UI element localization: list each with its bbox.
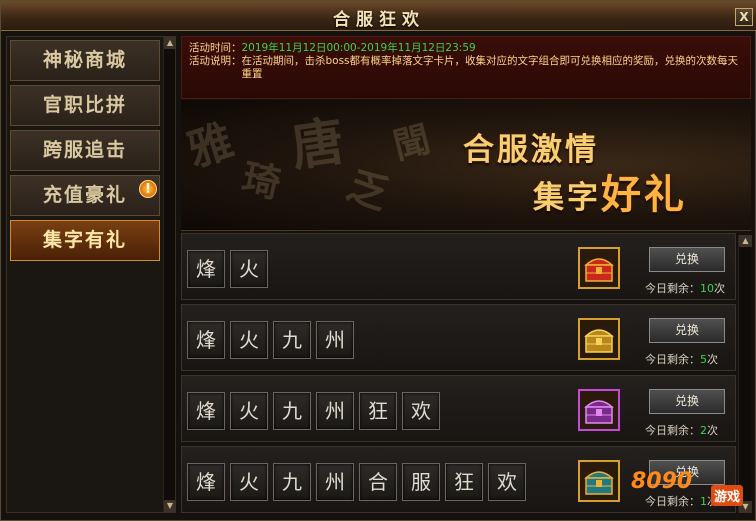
required-characters: 烽火九州 — [187, 321, 359, 359]
title-bar: 合服狂欢 X — [1, 1, 756, 31]
exchange-row: 烽火九州狂欢 兑换今日剩余：2次 — [181, 375, 736, 442]
character-card: 九 — [273, 392, 311, 430]
exchange-row: 烽火 兑换今日剩余：10次 — [181, 233, 736, 300]
gold-chest-icon[interactable] — [578, 318, 620, 360]
character-card: 州 — [316, 463, 354, 501]
remaining-unit: 次 — [714, 282, 725, 295]
banner-line2-prefix: 集字 — [533, 180, 601, 216]
banner-title-line2: 集字好礼 — [533, 162, 687, 220]
sidebar-item-label: 跨服追击 — [42, 139, 127, 161]
banner-bg-glyph: 聞 — [389, 118, 435, 168]
sidebar-item-label: 充值豪礼 — [42, 184, 127, 206]
character-card: 火 — [230, 321, 268, 359]
character-card: 合 — [359, 463, 397, 501]
sidebar-item-label: 集字有礼 — [42, 229, 127, 251]
red-treasure-icon[interactable] — [578, 247, 620, 289]
sidebar-item[interactable]: 跨服追击 — [10, 130, 160, 171]
banner-bg-glyph: 琦 — [238, 154, 285, 207]
sidebar-scrollbar[interactable]: ▲ ▼ — [163, 37, 176, 512]
watermark-text: 游戏 — [711, 485, 744, 506]
close-button[interactable]: X — [735, 8, 753, 26]
scroll-down-icon[interactable]: ▼ — [164, 500, 176, 512]
sidebar: 神秘商城官职比拼跨服追击充值豪礼! 集字有礼 ▲ ▼ — [6, 36, 176, 513]
sidebar-item[interactable]: 官职比拼 — [10, 85, 160, 126]
character-card: 火 — [230, 463, 268, 501]
character-card: 烽 — [187, 250, 225, 288]
event-banner: 雅 琦 唐 乏 聞 合服激情 集字好礼 — [181, 100, 751, 231]
sidebar-item-label: 神秘商城 — [42, 49, 127, 71]
required-characters: 烽火 — [187, 250, 273, 288]
banner-bg-glyph: 乏 — [340, 161, 395, 220]
character-card: 烽 — [187, 392, 225, 430]
remaining-value: 2 — [700, 424, 707, 437]
remaining-count: 今日剩余：10次 — [645, 280, 735, 296]
required-characters: 烽火九州合服狂欢 — [187, 463, 531, 501]
character-card: 狂 — [359, 392, 397, 430]
event-desc-label: 活动说明： — [189, 55, 242, 67]
event-time-label: 活动时间： — [189, 42, 242, 54]
exchange-button[interactable]: 兑换 — [649, 389, 725, 414]
sidebar-item[interactable]: 充值豪礼! — [10, 175, 160, 216]
event-time-value: 2019年11月12日00:00-2019年11月12日23:59 — [241, 42, 476, 54]
character-card: 州 — [316, 321, 354, 359]
character-card: 火 — [230, 250, 268, 288]
banner-line2-highlight: 好礼 — [601, 171, 687, 218]
remaining-label: 今日剩余： — [645, 353, 700, 366]
remaining-value: 5 — [700, 353, 707, 366]
remaining-value: 10 — [700, 282, 714, 295]
window-title: 合服狂欢 — [333, 10, 425, 30]
character-card: 欢 — [402, 392, 440, 430]
character-card: 欢 — [488, 463, 526, 501]
event-info-panel: 活动时间： 2019年11月12日00:00-2019年11月12日23:59 … — [181, 36, 751, 99]
banner-bg-glyph: 雅 — [181, 115, 240, 178]
remaining-count: 今日剩余：2次 — [645, 422, 735, 438]
character-card: 服 — [402, 463, 440, 501]
sidebar-item-label: 官职比拼 — [42, 94, 127, 116]
banner-bg-glyph: 唐 — [287, 110, 348, 179]
remaining-unit: 次 — [707, 424, 718, 437]
character-card: 狂 — [445, 463, 483, 501]
sidebar-item[interactable]: 集字有礼 — [10, 220, 160, 261]
character-card: 烽 — [187, 463, 225, 501]
event-window: 合服狂欢 X 神秘商城 官职比拼 跨服追击 充值豪礼! 集字有礼 ▲ ▼ 活动时间： 2… — [0, 0, 756, 521]
required-characters: 烽火九州狂欢 — [187, 392, 445, 430]
sidebar-item[interactable]: 神秘商城 — [10, 40, 160, 81]
teal-chest-icon[interactable] — [578, 460, 620, 502]
site-watermark: 8090 游戏 — [623, 463, 755, 521]
sidebar-nav: 神秘商城官职比拼跨服追击充值豪礼! 集字有礼 — [10, 40, 160, 265]
exchange-row: 烽火九州 兑换今日剩余：5次 — [181, 304, 736, 371]
remaining-unit: 次 — [707, 353, 718, 366]
remaining-label: 今日剩余： — [645, 282, 700, 295]
notice-badge-icon: ! — [139, 180, 157, 198]
purple-chest-icon[interactable] — [578, 389, 620, 431]
scroll-up-icon[interactable]: ▲ — [164, 37, 176, 49]
remaining-label: 今日剩余： — [645, 424, 700, 437]
character-card: 烽 — [187, 321, 225, 359]
scroll-up-icon[interactable]: ▲ — [739, 235, 752, 247]
character-card: 火 — [230, 392, 268, 430]
remaining-count: 今日剩余：5次 — [645, 351, 735, 367]
exchange-button[interactable]: 兑换 — [649, 318, 725, 343]
event-desc-value: 在活动期间，击杀boss都有概率掉落文字卡片，收集对应的文字组合即可兑换相应的奖… — [241, 55, 739, 80]
watermark-number: 8090 — [631, 469, 693, 494]
character-card: 九 — [273, 463, 311, 501]
character-card: 九 — [273, 321, 311, 359]
exchange-button[interactable]: 兑换 — [649, 247, 725, 272]
character-card: 州 — [316, 392, 354, 430]
